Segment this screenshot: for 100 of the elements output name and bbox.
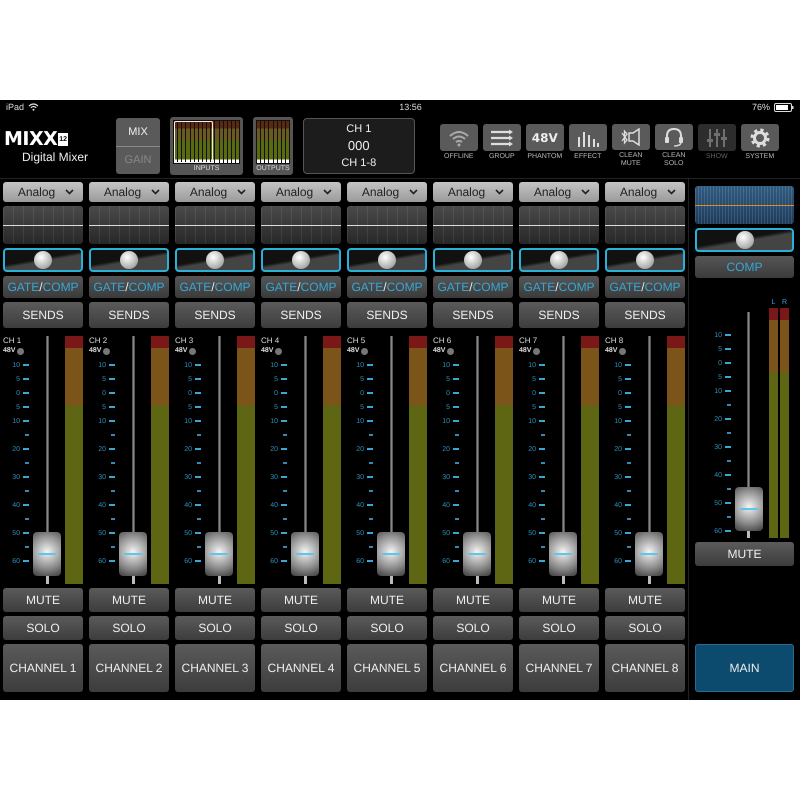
solo-button[interactable]: SOLO	[89, 616, 169, 640]
sends-button[interactable]: SENDS	[89, 302, 169, 328]
pan-knob[interactable]	[3, 248, 83, 272]
gate-comp-button[interactable]: GATE/COMP	[261, 276, 341, 298]
gate-comp-button[interactable]: GATE/COMP	[519, 276, 599, 298]
mute-button[interactable]: MUTE	[261, 588, 341, 612]
fader-thumb[interactable]	[735, 486, 763, 531]
fader-thumb[interactable]	[205, 532, 233, 576]
pan-knob[interactable]	[347, 248, 427, 272]
fader-thumb[interactable]	[377, 532, 405, 576]
source-dropdown[interactable]: Analog	[261, 182, 341, 202]
source-dropdown[interactable]: Analog	[175, 182, 255, 202]
gate-comp-button[interactable]: GATE/COMP	[175, 276, 255, 298]
solo-button[interactable]: SOLO	[519, 616, 599, 640]
eq-graph[interactable]	[519, 206, 599, 244]
fader-thumb[interactable]	[291, 532, 319, 576]
wifi-icon	[448, 128, 470, 146]
eq-graph[interactable]	[347, 206, 427, 244]
display-bank: CH 1-8	[341, 157, 376, 170]
gate-comp-button[interactable]: GATE/COMP	[3, 276, 83, 298]
wifi-icon	[28, 103, 40, 111]
fader-thumb[interactable]	[463, 532, 491, 576]
channel-button[interactable]: CHANNEL 3	[175, 644, 255, 692]
pan-knob[interactable]	[89, 248, 169, 272]
sends-button[interactable]: SENDS	[261, 302, 341, 328]
channel-button[interactable]: CHANNEL 4	[261, 644, 341, 692]
gate-comp-button[interactable]: GATE/COMP	[605, 276, 685, 298]
speaker-icon	[618, 128, 643, 146]
sends-button[interactable]: SENDS	[175, 302, 255, 328]
pan-knob[interactable]	[261, 248, 341, 272]
channel-button[interactable]: CHANNEL 8	[605, 644, 685, 692]
channel-label: CH 6	[433, 336, 452, 346]
source-dropdown[interactable]: Analog	[519, 182, 599, 202]
eq-graph[interactable]	[261, 206, 341, 244]
source-dropdown[interactable]: Analog	[89, 182, 169, 202]
gate-comp-button[interactable]: GATE/COMP	[433, 276, 513, 298]
channel-button[interactable]: CHANNEL 1	[3, 644, 83, 692]
sliders-icon	[704, 128, 729, 148]
arrows-icon	[490, 128, 514, 146]
sends-button[interactable]: SENDS	[347, 302, 427, 328]
solo-button[interactable]: SOLO	[261, 616, 341, 640]
eq-graph[interactable]	[175, 206, 255, 244]
pan-knob[interactable]	[175, 248, 255, 272]
channel-button[interactable]: CHANNEL 6	[433, 644, 513, 692]
channel-label: CH 1	[3, 336, 22, 346]
solo-button[interactable]: SOLO	[605, 616, 685, 640]
solo-button[interactable]: SOLO	[433, 616, 513, 640]
mute-button[interactable]: MUTE	[3, 588, 83, 612]
fader-thumb[interactable]	[119, 532, 147, 576]
mode-option[interactable]: MIX	[116, 118, 160, 146]
sends-button[interactable]: SENDS	[519, 302, 599, 328]
mute-button[interactable]: MUTE	[89, 588, 169, 612]
sends-button[interactable]: SENDS	[433, 302, 513, 328]
pan-knob[interactable]	[519, 248, 599, 272]
mute-button[interactable]: MUTE	[175, 588, 255, 612]
channel-button[interactable]: CHANNEL 2	[89, 644, 169, 692]
battery-icon	[774, 102, 794, 112]
pan-knob[interactable]	[695, 228, 794, 252]
sends-button[interactable]: SENDS	[3, 302, 83, 328]
channel-label: CH 7	[519, 336, 538, 346]
chevron-down-icon	[495, 189, 504, 195]
meter-thumbnail-icon	[256, 120, 290, 164]
eq-graph[interactable]	[89, 206, 169, 244]
mute-button[interactable]: MUTE	[605, 588, 685, 612]
solo-button[interactable]: SOLO	[175, 616, 255, 640]
chevron-down-icon	[409, 189, 418, 195]
eq-graph[interactable]	[3, 206, 83, 244]
meter-thumbnail-icon	[173, 120, 240, 164]
solo-button[interactable]: SOLO	[3, 616, 83, 640]
chevron-down-icon	[581, 189, 590, 195]
solo-button[interactable]: SOLO	[347, 616, 427, 640]
main-button[interactable]: MAIN	[695, 644, 794, 692]
gate-comp-button[interactable]: GATE/COMP	[89, 276, 169, 298]
pan-knob[interactable]	[433, 248, 513, 272]
channel-button[interactable]: CHANNEL 7	[519, 644, 599, 692]
device-name: iPad	[6, 102, 24, 112]
channel-label: CH 3	[175, 336, 194, 346]
eq-graph[interactable]	[605, 206, 685, 244]
fader-thumb[interactable]	[549, 532, 577, 576]
fader-thumb[interactable]	[33, 532, 61, 576]
source-dropdown[interactable]: Analog	[605, 182, 685, 202]
mute-button[interactable]: MUTE	[519, 588, 599, 612]
clock-time: 13:56	[398, 102, 422, 112]
chevron-down-icon	[65, 189, 74, 195]
gate-comp-button[interactable]: GATE/COMP	[347, 276, 427, 298]
mute-button[interactable]: MUTE	[347, 588, 427, 612]
mute-button[interactable]: MUTE	[433, 588, 513, 612]
chevron-down-icon	[667, 189, 676, 195]
source-dropdown[interactable]: Analog	[3, 182, 83, 202]
phantom-icon: 48V	[532, 130, 558, 144]
channel-button[interactable]: CHANNEL 5	[347, 644, 427, 692]
channel-label: CH 2	[89, 336, 108, 346]
battery-percent: 76%	[752, 102, 770, 112]
source-dropdown[interactable]: Analog	[347, 182, 427, 202]
mute-button[interactable]: MUTE	[695, 542, 794, 566]
pan-knob[interactable]	[605, 248, 685, 272]
sends-button[interactable]: SENDS	[605, 302, 685, 328]
source-dropdown[interactable]: Analog	[433, 182, 513, 202]
fader-thumb[interactable]	[635, 532, 663, 576]
eq-graph[interactable]	[433, 206, 513, 244]
